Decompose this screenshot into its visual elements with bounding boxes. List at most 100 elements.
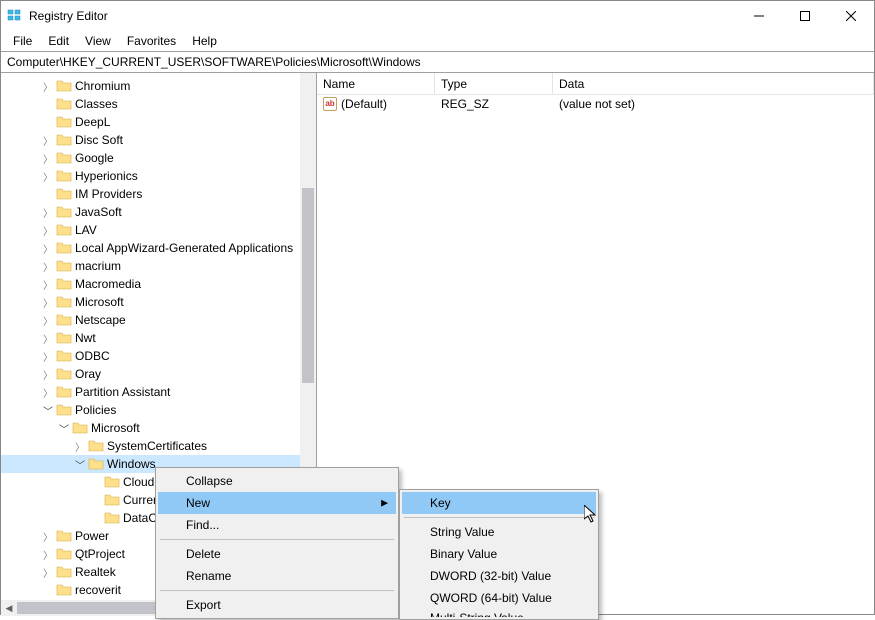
tree-spacer: [41, 115, 55, 129]
tree-node[interactable]: 〉 Disc Soft: [1, 131, 316, 149]
menu-collapse[interactable]: Collapse: [158, 470, 396, 492]
tree-node[interactable]: 〉 Macromedia: [1, 275, 316, 293]
tree-node[interactable]: 〉macrium: [1, 257, 316, 275]
value-row[interactable]: ab (Default) REG_SZ (value not set): [317, 95, 874, 113]
expand-icon[interactable]: 〉: [41, 205, 55, 219]
folder-icon: [56, 349, 72, 363]
menu-edit[interactable]: Edit: [40, 32, 77, 50]
tree-label: Macromedia: [75, 277, 141, 291]
value-data: (value not set): [553, 97, 874, 111]
tree-node[interactable]: 〉Netscape: [1, 311, 316, 329]
maximize-button[interactable]: [782, 1, 828, 31]
menu-rename[interactable]: Rename: [158, 565, 396, 587]
expand-icon[interactable]: 〉: [41, 385, 55, 399]
submenu-key[interactable]: Key: [402, 492, 596, 514]
collapse-icon[interactable]: ﹀: [57, 421, 71, 435]
expand-icon[interactable]: 〉: [41, 349, 55, 363]
expand-icon[interactable]: 〉: [41, 259, 55, 273]
submenu-qword[interactable]: QWORD (64-bit) Value: [402, 587, 596, 609]
tree-spacer: [41, 187, 55, 201]
tree-node[interactable]: DeepL: [1, 113, 316, 131]
submenu-multi-string[interactable]: Multi-String Value: [402, 609, 596, 617]
expand-icon[interactable]: 〉: [41, 223, 55, 237]
expand-icon[interactable]: 〉: [41, 313, 55, 327]
tree-node[interactable]: ﹀Policies: [1, 401, 316, 419]
folder-icon: [56, 187, 72, 201]
menu-favorites[interactable]: Favorites: [119, 32, 184, 50]
folder-icon: [104, 493, 120, 507]
collapse-icon[interactable]: ﹀: [41, 403, 55, 417]
folder-icon: [56, 151, 72, 165]
submenu-string[interactable]: String Value: [402, 521, 596, 543]
tree-label: Partition Assistant: [75, 385, 170, 399]
menu-separator: [160, 590, 394, 591]
menu-new[interactable]: New▶: [158, 492, 396, 514]
value-name: (Default): [341, 97, 387, 111]
address-input[interactable]: [5, 54, 870, 70]
tree-node[interactable]: 〉 Chromium: [1, 77, 316, 95]
expand-icon[interactable]: 〉: [41, 547, 55, 561]
tree-node[interactable]: 〉 Partition Assistant: [1, 383, 316, 401]
expand-icon[interactable]: 〉: [73, 439, 87, 453]
tree-node[interactable]: 〉SystemCertificates: [1, 437, 316, 455]
column-type[interactable]: Type: [435, 73, 553, 94]
tree-label: Chromium: [75, 79, 130, 93]
tree-node[interactable]: 〉Oray: [1, 365, 316, 383]
values-header: Name Type Data: [317, 73, 874, 95]
tree-label: Disc Soft: [75, 133, 123, 147]
menu-view[interactable]: View: [77, 32, 119, 50]
tree-node[interactable]: 〉Local AppWizard-Generated Applications: [1, 239, 316, 257]
expand-icon[interactable]: 〉: [41, 151, 55, 165]
tree-label: IM Providers: [75, 187, 142, 201]
tree-label: Power: [75, 529, 109, 543]
tree-node[interactable]: 〉Google: [1, 149, 316, 167]
column-data[interactable]: Data: [553, 73, 874, 94]
menu-help[interactable]: Help: [184, 32, 225, 50]
tree-node[interactable]: 〉Nwt: [1, 329, 316, 347]
tree-node[interactable]: IM Providers: [1, 185, 316, 203]
submenu-dword[interactable]: DWORD (32-bit) Value: [402, 565, 596, 587]
tree-spacer: [89, 475, 103, 489]
minimize-button[interactable]: [736, 1, 782, 31]
expand-icon[interactable]: 〉: [41, 277, 55, 291]
expand-icon[interactable]: 〉: [41, 331, 55, 345]
expand-icon[interactable]: 〉: [41, 79, 55, 93]
folder-icon: [72, 421, 88, 435]
folder-icon: [56, 403, 72, 417]
collapse-icon[interactable]: ﹀: [73, 457, 87, 471]
folder-icon: [56, 295, 72, 309]
folder-icon: [56, 259, 72, 273]
menu-export[interactable]: Export: [158, 594, 396, 616]
tree-node[interactable]: 〉Microsoft: [1, 293, 316, 311]
tree-node[interactable]: 〉 ODBC: [1, 347, 316, 365]
menu-find[interactable]: Find...: [158, 514, 396, 536]
expand-icon[interactable]: 〉: [41, 529, 55, 543]
tree-label: Microsoft: [91, 421, 140, 435]
tree-node[interactable]: 〉 LAV: [1, 221, 316, 239]
close-button[interactable]: [828, 1, 874, 31]
expand-icon[interactable]: 〉: [41, 295, 55, 309]
hscroll-left-icon[interactable]: ◀: [1, 600, 17, 616]
tree-label: recoverit: [75, 583, 121, 597]
submenu-binary[interactable]: Binary Value: [402, 543, 596, 565]
tree-node[interactable]: ﹀ Microsoft: [1, 419, 316, 437]
menu-bar: File Edit View Favorites Help: [1, 31, 874, 51]
menu-file[interactable]: File: [5, 32, 40, 50]
folder-icon: [56, 583, 72, 597]
expand-icon[interactable]: 〉: [41, 241, 55, 255]
tree-label: Realtek: [75, 565, 116, 579]
column-name[interactable]: Name: [317, 73, 435, 94]
tree-vscroll-thumb[interactable]: [302, 188, 314, 383]
tree-label: LAV: [75, 223, 97, 237]
menu-delete[interactable]: Delete: [158, 543, 396, 565]
tree-node[interactable]: 〉JavaSoft: [1, 203, 316, 221]
tree-node[interactable]: Classes: [1, 95, 316, 113]
tree-label: ODBC: [75, 349, 110, 363]
expand-icon[interactable]: 〉: [41, 565, 55, 579]
tree-node[interactable]: 〉Hyperionics: [1, 167, 316, 185]
expand-icon[interactable]: 〉: [41, 133, 55, 147]
expand-icon[interactable]: 〉: [41, 367, 55, 381]
expand-icon[interactable]: 〉: [41, 169, 55, 183]
folder-icon: [56, 367, 72, 381]
folder-icon: [56, 79, 72, 93]
